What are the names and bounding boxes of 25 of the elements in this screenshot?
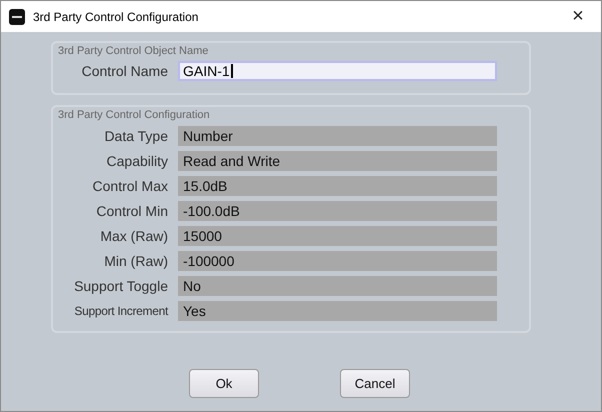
field-label: Support Increment — [73, 304, 168, 318]
readonly-field: -100.0dB — [178, 201, 497, 221]
field-label: Support Toggle — [73, 278, 168, 294]
field-label: Control Max — [92, 178, 168, 194]
field-label: Control Min — [95, 203, 168, 219]
field-label: Max (Raw) — [99, 228, 168, 244]
close-button[interactable]: × — [555, 1, 601, 32]
readonly-field: -100000 — [178, 251, 497, 271]
field-label: Data Type — [103, 128, 168, 144]
cancel-button[interactable]: Cancel — [340, 369, 410, 398]
group-title: 3rd Party Control Object Name — [57, 44, 210, 59]
field-label: Control Name — [80, 63, 168, 79]
window-title: 3rd Party Control Configuration — [33, 10, 200, 24]
readonly-field: Yes — [178, 301, 497, 321]
readonly-field: No — [178, 276, 497, 296]
readonly-field: 15000 — [178, 226, 497, 246]
group-title: 3rd Party Control Configuration — [57, 108, 211, 123]
field-label: Capability — [106, 153, 168, 169]
input-field[interactable]: GAIN-1 — [178, 61, 497, 81]
readonly-field: 15.0dB — [178, 176, 497, 196]
app-icon — [9, 8, 25, 24]
ok-button[interactable]: Ok — [189, 369, 259, 398]
field-label: Min (Raw) — [103, 253, 168, 269]
readonly-field: Number — [178, 126, 497, 146]
readonly-field: Read and Write — [178, 151, 497, 171]
